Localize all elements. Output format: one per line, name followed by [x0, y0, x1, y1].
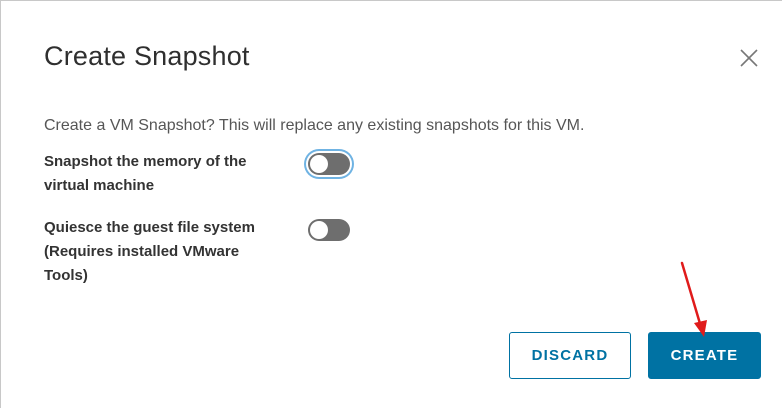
dialog-title: Create Snapshot [44, 41, 250, 71]
memory-snapshot-label-line1: Snapshot the memory of the [44, 153, 247, 170]
quiesce-filesystem-label: Quiesce the guest file system (Requires … [44, 216, 255, 288]
create-snapshot-dialog: Create Snapshot Create a VM Snapshot? Th… [0, 0, 782, 408]
quiesce-filesystem-label-line2: (Requires installed VMware [44, 243, 240, 260]
quiesce-filesystem-label-line3: Tools) [44, 267, 88, 284]
quiesce-filesystem-toggle[interactable] [308, 219, 350, 241]
create-button[interactable]: CREATE [648, 332, 761, 379]
toggle-knob [310, 155, 328, 173]
discard-button[interactable]: DISCARD [509, 332, 631, 379]
memory-snapshot-toggle[interactable] [308, 153, 350, 175]
quiesce-filesystem-label-line1: Quiesce the guest file system [44, 219, 255, 236]
memory-snapshot-label: Snapshot the memory of the virtual machi… [44, 150, 247, 198]
close-icon[interactable] [738, 47, 760, 69]
toggle-knob [310, 221, 328, 239]
dialog-description: Create a VM Snapshot? This will replace … [44, 117, 585, 134]
memory-snapshot-label-line2: virtual machine [44, 177, 155, 194]
